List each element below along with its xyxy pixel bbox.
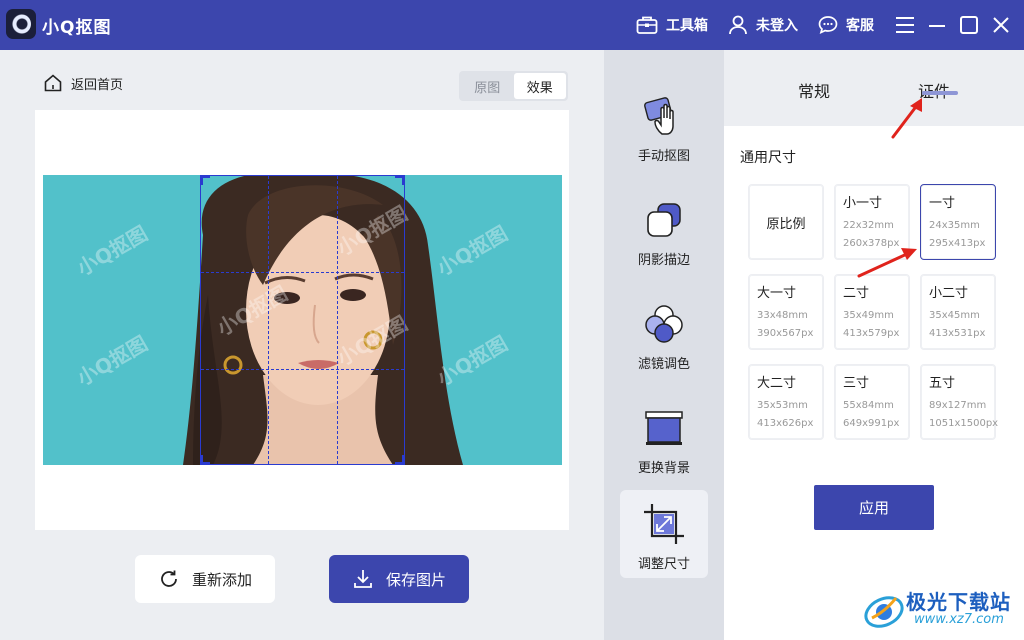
view-toggle: 原图 效果 [459,71,568,101]
size-mm: 35x53mm [757,400,808,411]
crop-frame[interactable] [200,175,405,465]
size-name: 五寸 [929,376,956,391]
settings-tabs: 常规 证件 [724,50,1024,126]
size-px: 413x579px [843,328,900,339]
tool-resize[interactable]: 调整尺寸 [620,490,708,578]
size-option-selected[interactable]: 一寸 24x35mm 295x413px [920,184,996,260]
crop-handle[interactable] [395,455,405,465]
size-name: 大一寸 [757,286,797,301]
size-mm: 35x49mm [843,310,894,321]
size-px: 649x991px [843,418,900,429]
toolbox-button[interactable]: 工具箱 [636,12,708,38]
size-mm: 24x35mm [929,220,980,231]
tool-label: 滤镜调色 [637,357,690,372]
size-mm: 89x127mm [929,400,987,411]
minimize-icon[interactable] [925,13,949,37]
customer-service-label: 客服 [846,18,874,34]
size-name: 小二寸 [929,286,969,301]
toolbox-icon [636,16,658,34]
size-name: 小一寸 [843,196,883,211]
size-px: 413x626px [757,418,814,429]
menu-icon[interactable] [893,13,917,37]
crop-handle[interactable] [395,175,405,185]
tool-filter-color[interactable]: 滤镜调色 [620,290,708,378]
site-url: www.xz7.com [914,612,1004,627]
site-logo-icon [864,596,904,628]
back-home-label: 返回首页 [71,77,124,93]
size-mm: 33x48mm [757,310,808,321]
size-option[interactable]: 三寸 55x84mm 649x991px [834,364,910,440]
size-option[interactable]: 五寸 89x127mm 1051x1500px [920,364,999,440]
readd-label: 重新添加 [191,570,252,589]
toolbox-label: 工具箱 [666,18,708,34]
download-icon [354,570,372,588]
size-name: 三寸 [843,376,870,391]
size-px: 390x567px [757,328,814,339]
tool-shadow-outline[interactable]: 阴影描边 [620,186,708,274]
tool-sidebar: 手动抠图 阴影描边 滤镜调色 更换背景 调整尺寸 [604,50,724,640]
size-mm: 35x45mm [929,310,980,321]
size-option[interactable]: 大一寸 33x48mm 390x567px [748,274,824,350]
size-px: 295x413px [929,238,986,249]
size-option[interactable]: 二寸 35x49mm 413x579px [834,274,910,350]
app-title: 小Q抠图 [42,18,112,38]
crop-handle[interactable] [200,175,210,185]
tab-effect[interactable]: 效果 [513,73,566,99]
size-mm: 22x32mm [843,220,894,231]
site-name: 极光下载站 [906,590,1011,614]
maximize-icon[interactable] [957,13,981,37]
size-name: 原比例 [766,216,806,232]
size-option[interactable]: 大二寸 35x53mm 413x626px [748,364,824,440]
save-image-label: 保存图片 [385,570,446,589]
tool-change-background[interactable]: 更换背景 [620,394,708,482]
site-watermark: 极光下载站 www.xz7.com [862,584,1020,636]
refresh-icon [161,570,177,587]
tab-general[interactable]: 常规 [798,78,830,102]
login-label: 未登入 [756,18,798,34]
close-icon[interactable] [989,13,1013,37]
portrait-photo: 小Q抠图 小Q抠图 小Q抠图 小Q抠图 小Q抠图 小Q抠图 小Q抠图 [43,175,562,465]
tool-label: 手动抠图 [637,149,690,164]
hand-cutout-icon [644,97,674,135]
image-canvas: 小Q抠图 小Q抠图 小Q抠图 小Q抠图 小Q抠图 小Q抠图 小Q抠图 [35,110,569,530]
chat-bubble-icon [818,16,838,35]
tool-label: 调整尺寸 [637,557,690,572]
size-name: 二寸 [843,286,870,301]
crop-handle[interactable] [200,455,210,465]
tool-manual-cutout[interactable]: 手动抠图 [620,82,708,170]
save-image-button[interactable]: 保存图片 [329,555,469,603]
title-bar: 小Q抠图 工具箱 未登入 客服 [0,0,1024,50]
annotation-arrow-icon [857,248,917,278]
size-name: 大二寸 [757,376,797,391]
tab-original[interactable]: 原图 [461,73,514,99]
login-button[interactable]: 未登入 [728,12,798,38]
size-option[interactable]: 小二寸 35x45mm 413x531px [920,274,996,350]
section-title: 通用尺寸 [740,150,796,166]
size-px: 1051x1500px [929,418,999,429]
size-mm: 55x84mm [843,400,894,411]
annotation-arrow-icon [891,98,922,139]
customer-service-button[interactable]: 客服 [818,12,874,38]
apply-button[interactable]: 应用 [814,485,934,530]
tool-label: 阴影描边 [637,253,690,268]
change-background-icon [645,411,683,445]
readd-button[interactable]: 重新添加 [135,555,275,603]
shadow-outline-icon [647,203,681,237]
filter-color-icon [645,305,683,343]
back-home-link[interactable]: 返回首页 [43,73,123,93]
tool-label: 更换背景 [637,461,690,476]
app-logo-icon [6,9,36,39]
home-icon [44,74,62,92]
size-name: 一寸 [929,196,956,211]
size-option[interactable]: 原比例 [748,184,824,260]
resize-icon [644,504,684,544]
size-px: 413x531px [929,328,986,339]
user-icon [729,15,747,35]
